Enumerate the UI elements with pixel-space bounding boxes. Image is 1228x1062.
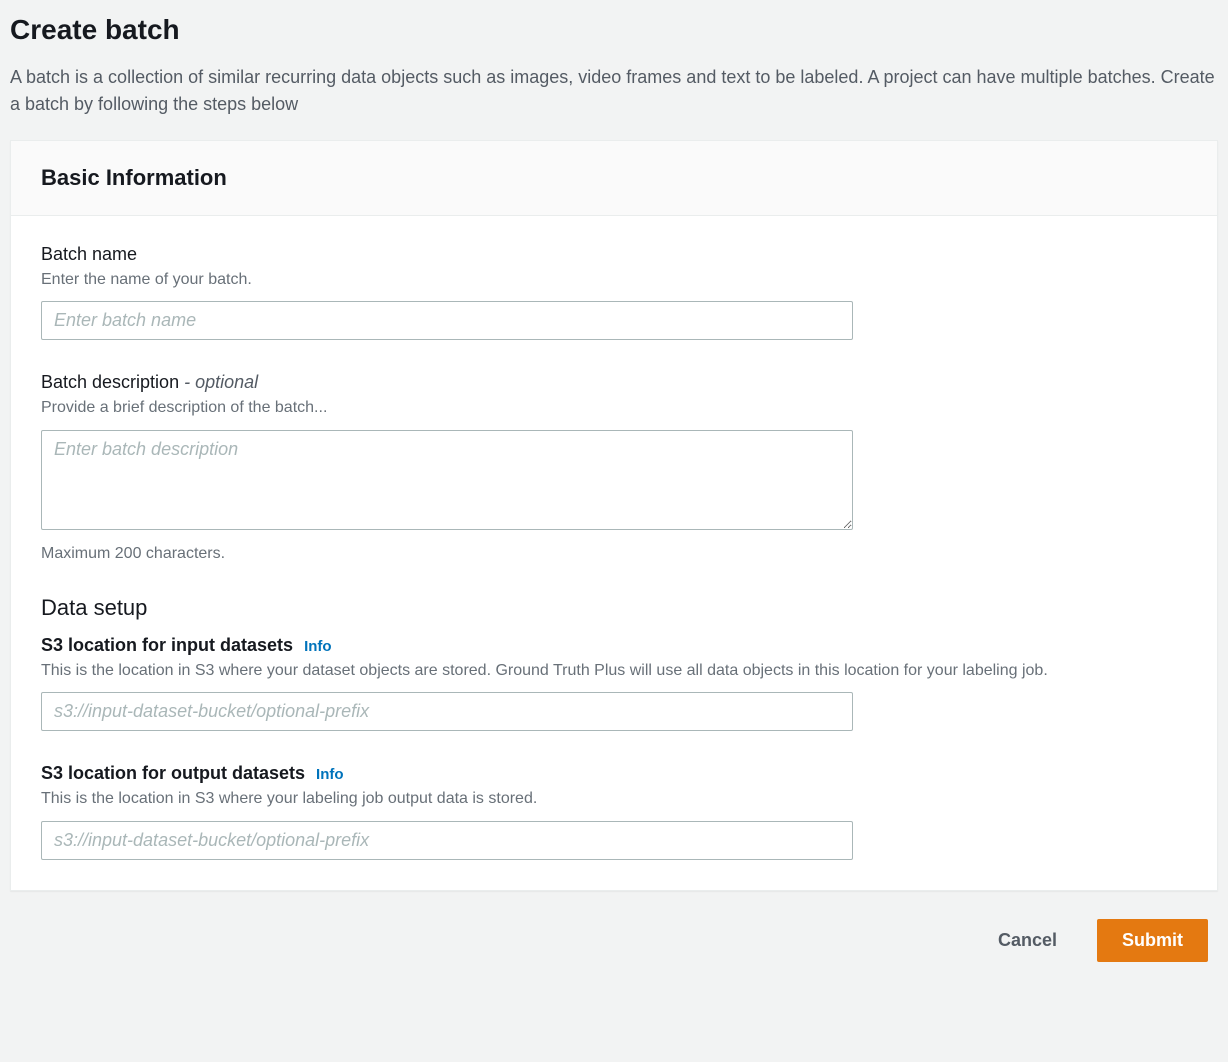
- batch-name-hint: Enter the name of your batch.: [41, 269, 1187, 291]
- data-setup-section: Data setup S3 location for input dataset…: [41, 595, 1187, 860]
- button-row: Cancel Submit: [10, 919, 1218, 962]
- batch-name-label: Batch name: [41, 244, 1187, 265]
- output-location-input[interactable]: [41, 821, 853, 860]
- submit-button[interactable]: Submit: [1097, 919, 1208, 962]
- input-location-input[interactable]: [41, 692, 853, 731]
- output-location-hint: This is the location in S3 where your la…: [41, 788, 1187, 810]
- batch-name-group: Batch name Enter the name of your batch.: [41, 244, 1187, 340]
- output-location-group: S3 location for output datasets Info Thi…: [41, 763, 1187, 859]
- data-setup-heading: Data setup: [41, 595, 1187, 621]
- panel-header: Basic Information: [11, 141, 1217, 216]
- input-location-hint: This is the location in S3 where your da…: [41, 660, 1187, 682]
- batch-description-group: Batch description - optional Provide a b…: [41, 372, 1187, 562]
- page-title: Create batch: [10, 14, 1218, 46]
- batch-name-input[interactable]: [41, 301, 853, 340]
- input-location-group: S3 location for input datasets Info This…: [41, 635, 1187, 731]
- input-location-label: S3 location for input datasets: [41, 635, 293, 655]
- basic-information-panel: Basic Information Batch name Enter the n…: [10, 140, 1218, 891]
- input-location-info-link[interactable]: Info: [304, 638, 332, 655]
- output-location-label: S3 location for output datasets: [41, 763, 305, 783]
- cancel-button[interactable]: Cancel: [974, 919, 1081, 962]
- batch-description-input[interactable]: [41, 430, 853, 530]
- batch-description-label-text: Batch description: [41, 372, 179, 392]
- panel-title: Basic Information: [41, 165, 1187, 191]
- output-location-label-row: S3 location for output datasets Info: [41, 763, 1187, 784]
- batch-description-constraint: Maximum 200 characters.: [41, 545, 1187, 563]
- input-location-label-row: S3 location for input datasets Info: [41, 635, 1187, 656]
- batch-description-optional: - optional: [179, 372, 258, 392]
- output-location-info-link[interactable]: Info: [316, 766, 344, 783]
- page-description: A batch is a collection of similar recur…: [10, 64, 1218, 118]
- batch-description-label: Batch description - optional: [41, 372, 1187, 393]
- batch-description-hint: Provide a brief description of the batch…: [41, 397, 1187, 419]
